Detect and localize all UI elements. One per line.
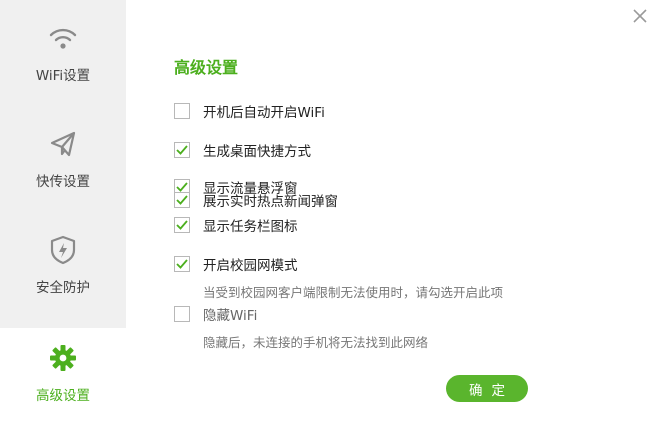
option-label: 开启校园网模式 — [203, 258, 298, 274]
option-taskbar-icon[interactable]: 显示任务栏图标 — [174, 215, 298, 235]
checkmark-icon — [176, 220, 188, 230]
option-label: 开机后自动开启WiFi — [203, 105, 325, 121]
checkmark-icon — [176, 259, 188, 269]
paper-plane-icon — [43, 124, 83, 164]
option-label: 展示实时热点新闻弹窗 — [203, 194, 338, 210]
page-title: 高级设置 — [174, 58, 239, 77]
checkbox[interactable] — [174, 192, 190, 208]
sidebar-item-quick-transfer[interactable]: 快传设置 — [0, 124, 126, 224]
sidebar: WiFi设置 快传设置 安全防护 高级设置 — [0, 0, 127, 428]
sidebar-item-wifi-settings[interactable]: WiFi设置 — [0, 18, 126, 118]
option-label: 隐藏WiFi — [203, 308, 258, 324]
checkbox[interactable] — [174, 103, 190, 119]
sidebar-item-label: 快传设置 — [36, 174, 90, 190]
wifi-icon — [43, 18, 83, 58]
close-icon — [633, 9, 647, 23]
sidebar-item-security[interactable]: 安全防护 — [0, 230, 126, 330]
checkbox[interactable] — [174, 256, 190, 272]
checkbox[interactable] — [174, 142, 190, 158]
checkmark-icon — [176, 195, 188, 205]
option-desktop-shortcut[interactable]: 生成桌面快捷方式 — [174, 140, 311, 160]
option-label: 显示任务栏图标 — [203, 219, 298, 235]
gear-icon — [43, 338, 83, 378]
checkbox[interactable] — [174, 217, 190, 233]
checkmark-icon — [176, 145, 188, 155]
sidebar-item-label: WiFi设置 — [35, 68, 91, 84]
option-label: 生成桌面快捷方式 — [203, 144, 311, 160]
option-hide-wifi[interactable]: 隐藏WiFi — [174, 304, 257, 324]
option-auto-start-wifi[interactable]: 开机后自动开启WiFi — [174, 101, 325, 121]
sidebar-item-label: 安全防护 — [36, 280, 90, 296]
close-button[interactable] — [630, 6, 650, 26]
option-hint: 当受到校园网客户端限制无法使用时，请勾选开启此项 — [203, 285, 504, 300]
sidebar-item-advanced-settings[interactable]: 高级设置 — [0, 328, 127, 428]
sidebar-item-label: 高级设置 — [36, 388, 90, 404]
option-news-popup[interactable]: 展示实时热点新闻弹窗 — [174, 190, 338, 210]
confirm-button[interactable]: 确定 — [446, 375, 528, 402]
checkbox[interactable] — [174, 306, 190, 322]
option-hint: 隐藏后，未连接的手机将无法找到此网络 — [203, 335, 429, 350]
option-campus-network-mode[interactable]: 开启校园网模式 — [174, 254, 298, 274]
shield-icon — [43, 230, 83, 270]
